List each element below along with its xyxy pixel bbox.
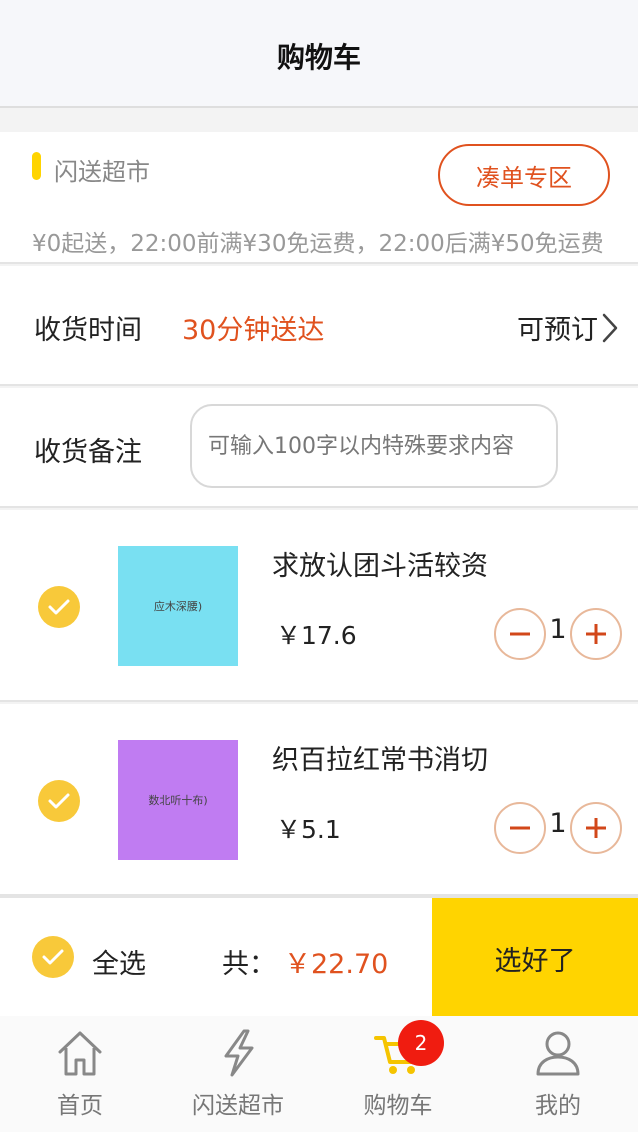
quantity-value: 1 (549, 614, 567, 645)
tab-label: 我的 (535, 1093, 581, 1119)
delivery-fee-notice: ¥0起送，22:00前满¥30免运费，22:00后满¥50免运费 (32, 231, 604, 257)
tab-flash-market[interactable]: 闪送超市 (158, 1016, 318, 1132)
combo-zone-button[interactable]: 凑单专区 (438, 144, 610, 206)
product-name[interactable]: 求放认团斗活较资 (272, 544, 488, 583)
plus-icon (586, 624, 606, 644)
tab-home[interactable]: 首页 (0, 1016, 160, 1132)
store-section: 闪送超市 凑单专区 ¥0起送，22:00前满¥30免运费，22:00后满¥50免… (0, 132, 638, 264)
delivery-time-row[interactable]: 收货时间 30分钟送达 可预订 (0, 266, 638, 386)
checkout-button[interactable]: 选好了 (432, 898, 638, 1018)
chevron-right-icon (602, 313, 618, 343)
thumbnail-text: 数北听十布) (148, 794, 208, 807)
tab-bar: 首页 闪送超市 2 购物车 我的 (0, 1016, 638, 1132)
total-label: 共： (222, 949, 276, 980)
increase-quantity-button[interactable] (570, 802, 622, 854)
minus-icon (510, 826, 530, 830)
remark-input[interactable] (190, 404, 558, 488)
decrease-quantity-button[interactable] (494, 608, 546, 660)
checkmark-icon (48, 793, 70, 809)
store-name: 闪送超市 (54, 158, 150, 186)
decrease-quantity-button[interactable] (494, 802, 546, 854)
delivery-time-value: 30分钟送达 (182, 315, 325, 346)
checkout-bar: 全选 共： ￥22.70 选好了 (0, 896, 638, 1018)
preorder-link[interactable]: 可预订 (517, 308, 598, 347)
tab-label: 首页 (57, 1093, 103, 1119)
increase-quantity-button[interactable] (570, 608, 622, 660)
item-checkbox[interactable] (38, 780, 80, 822)
plus-icon (586, 818, 606, 838)
product-thumbnail[interactable]: 应木深腰) (118, 546, 238, 666)
checkmark-icon (48, 599, 70, 615)
remark-row: 收货备注 (0, 388, 638, 508)
tab-label: 购物车 (363, 1093, 433, 1119)
thumbnail-text: 应木深腰) (153, 600, 203, 613)
remark-label: 收货备注 (34, 437, 142, 468)
home-icon (58, 1031, 102, 1076)
total-price: ￥22.70 (284, 949, 389, 980)
page-title: 购物车 (276, 41, 361, 74)
select-all-checkbox[interactable] (32, 936, 74, 978)
tab-profile[interactable]: 我的 (478, 1016, 638, 1132)
item-checkbox[interactable] (38, 586, 80, 628)
nav-bar: 购物车 (0, 0, 638, 108)
select-all-label[interactable]: 全选 (92, 942, 146, 981)
product-price: ￥17.6 (276, 621, 357, 650)
store-accent-bar (32, 152, 41, 180)
product-name[interactable]: 织百拉红常书消切 (272, 738, 488, 777)
quantity-value: 1 (549, 808, 567, 839)
cart-item: 数北听十布) 织百拉红常书消切 ￥5.1 1 (0, 704, 638, 896)
minus-icon (510, 632, 530, 636)
checkmark-icon (42, 949, 64, 965)
cart-count-badge: 2 (398, 1020, 444, 1066)
tab-cart[interactable]: 2 购物车 (318, 1016, 478, 1132)
delivery-time-label: 收货时间 (34, 315, 142, 346)
product-thumbnail[interactable]: 数北听十布) (118, 740, 238, 860)
user-icon (536, 1031, 580, 1076)
cart-item: 应木深腰) 求放认团斗活较资 ￥17.6 1 (0, 510, 638, 702)
lightning-icon (224, 1029, 254, 1077)
product-price: ￥5.1 (276, 815, 341, 844)
tab-label: 闪送超市 (192, 1093, 284, 1119)
